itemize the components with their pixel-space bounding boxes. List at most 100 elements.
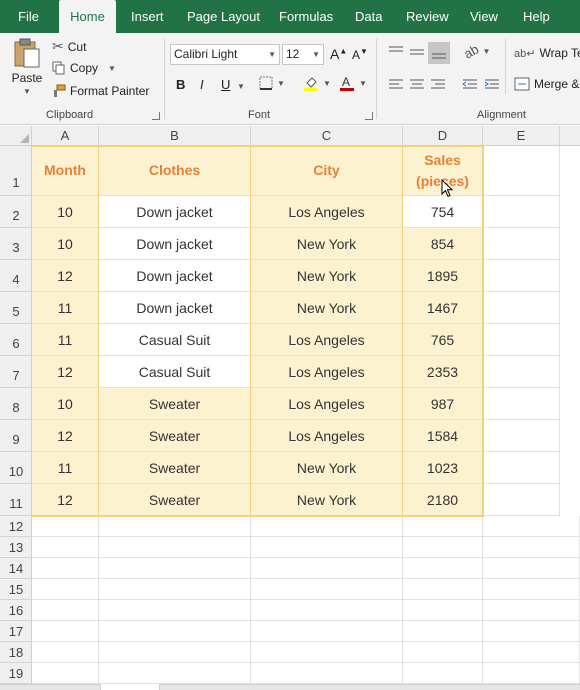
empty-cell[interactable] bbox=[483, 516, 580, 537]
empty-cell[interactable] bbox=[99, 537, 251, 558]
column-header-e[interactable]: E bbox=[483, 126, 560, 146]
fill-color-dropdown-icon[interactable]: ▼ bbox=[323, 79, 331, 88]
middle-align-button[interactable] bbox=[408, 45, 426, 59]
empty-cell[interactable] bbox=[483, 452, 560, 484]
column-header-c[interactable]: C bbox=[251, 126, 403, 146]
empty-cell[interactable] bbox=[32, 537, 99, 558]
table-cell-sales[interactable]: 1467 bbox=[403, 292, 483, 324]
tab-help[interactable]: Help bbox=[523, 0, 550, 33]
font-name-box[interactable]: Calibri Light ▼ bbox=[170, 44, 280, 65]
bold-button[interactable]: B bbox=[176, 77, 185, 92]
row-header[interactable]: 19 bbox=[0, 663, 32, 684]
align-center-button[interactable] bbox=[408, 77, 426, 91]
font-color-button[interactable]: A ▼ bbox=[339, 75, 367, 91]
row-header[interactable]: 14 bbox=[0, 558, 32, 579]
underline-button[interactable]: U bbox=[221, 77, 230, 92]
table-cell-sales[interactable]: 765 bbox=[403, 324, 483, 356]
empty-cell[interactable] bbox=[483, 388, 560, 420]
table-cell-clothes[interactable]: Down jacket bbox=[99, 228, 251, 260]
table-cell-city[interactable]: New York bbox=[251, 484, 403, 516]
row-header[interactable]: 5 bbox=[0, 292, 32, 324]
align-right-button[interactable] bbox=[429, 77, 447, 91]
empty-cell[interactable] bbox=[251, 537, 403, 558]
column-header-b[interactable]: B bbox=[99, 126, 251, 146]
table-cell-sales[interactable]: 987 bbox=[403, 388, 483, 420]
table-cell-month[interactable]: 11 bbox=[32, 452, 99, 484]
copy-button[interactable]: Copy ▼ bbox=[52, 61, 116, 75]
empty-cell[interactable] bbox=[483, 420, 560, 452]
empty-cell[interactable] bbox=[483, 324, 560, 356]
empty-cell[interactable] bbox=[32, 642, 99, 663]
empty-cell[interactable] bbox=[403, 663, 483, 684]
table-cell-clothes[interactable]: Casual Suit bbox=[99, 324, 251, 356]
merge-center-button[interactable]: Merge & bbox=[514, 77, 579, 91]
clipboard-dialog-launcher-icon[interactable] bbox=[152, 112, 160, 120]
header-cell-month[interactable]: Month bbox=[32, 146, 99, 196]
worksheet-grid[interactable]: Month Clothes City Sales (pieces) 10 Down… bbox=[32, 146, 580, 690]
table-cell-month[interactable]: 10 bbox=[32, 196, 99, 228]
tab-review[interactable]: Review bbox=[406, 0, 449, 33]
empty-cell[interactable] bbox=[32, 579, 99, 600]
empty-cell[interactable] bbox=[99, 621, 251, 642]
row-header[interactable]: 9 bbox=[0, 420, 32, 452]
paste-dropdown-icon[interactable]: ▼ bbox=[23, 87, 31, 96]
empty-cell[interactable] bbox=[483, 537, 580, 558]
table-cell-city[interactable]: New York bbox=[251, 452, 403, 484]
table-cell-clothes[interactable]: Sweater bbox=[99, 420, 251, 452]
table-cell-clothes[interactable]: Sweater bbox=[99, 388, 251, 420]
empty-cell[interactable] bbox=[483, 484, 560, 516]
empty-cell[interactable] bbox=[483, 600, 580, 621]
row-header[interactable]: 11 bbox=[0, 484, 32, 516]
paste-button[interactable]: Paste ▼ bbox=[10, 37, 44, 96]
empty-cell[interactable] bbox=[483, 196, 560, 228]
table-cell-month[interactable]: 10 bbox=[32, 228, 99, 260]
tab-formulas[interactable]: Formulas bbox=[279, 0, 333, 33]
empty-cell[interactable] bbox=[251, 516, 403, 537]
empty-cell[interactable] bbox=[99, 663, 251, 684]
empty-cell[interactable] bbox=[483, 663, 580, 684]
empty-cell[interactable] bbox=[483, 260, 560, 292]
align-left-button[interactable] bbox=[387, 77, 405, 91]
empty-cell[interactable] bbox=[251, 579, 403, 600]
borders-dropdown-icon[interactable]: ▼ bbox=[277, 79, 285, 88]
table-cell-sales[interactable]: 1023 bbox=[403, 452, 483, 484]
header-cell-clothes[interactable]: Clothes bbox=[99, 146, 251, 196]
table-cell-clothes[interactable]: Sweater bbox=[99, 452, 251, 484]
tab-insert[interactable]: Insert bbox=[131, 0, 164, 33]
empty-cell[interactable] bbox=[99, 642, 251, 663]
empty-cell[interactable] bbox=[251, 621, 403, 642]
row-header[interactable]: 15 bbox=[0, 579, 32, 600]
empty-cell[interactable] bbox=[403, 600, 483, 621]
font-size-box[interactable]: 12 ▼ bbox=[282, 44, 324, 65]
empty-cell[interactable] bbox=[483, 292, 560, 324]
table-cell-city[interactable]: Los Angeles bbox=[251, 356, 403, 388]
table-cell-month[interactable]: 12 bbox=[32, 484, 99, 516]
empty-cell[interactable] bbox=[99, 558, 251, 579]
tab-page-layout[interactable]: Page Layout bbox=[187, 0, 260, 33]
table-cell-sales[interactable]: 1584 bbox=[403, 420, 483, 452]
empty-cell[interactable] bbox=[483, 642, 580, 663]
table-cell-sales[interactable]: 754 bbox=[403, 196, 483, 228]
tab-data[interactable]: Data bbox=[355, 0, 382, 33]
decrease-indent-button[interactable] bbox=[461, 77, 479, 91]
font-dialog-launcher-icon[interactable] bbox=[365, 112, 373, 120]
table-cell-city[interactable]: Los Angeles bbox=[251, 388, 403, 420]
row-header[interactable]: 7 bbox=[0, 356, 32, 388]
empty-cell[interactable] bbox=[99, 600, 251, 621]
table-cell-city[interactable]: Los Angeles bbox=[251, 196, 403, 228]
table-cell-sales[interactable]: 1895 bbox=[403, 260, 483, 292]
select-all-corner[interactable] bbox=[0, 126, 32, 146]
orientation-dropdown-icon[interactable]: ▼ bbox=[482, 47, 490, 56]
table-cell-sales[interactable]: 2353 bbox=[403, 356, 483, 388]
decrease-font-size-button[interactable]: A▼ bbox=[352, 47, 368, 62]
empty-cell[interactable] bbox=[32, 516, 99, 537]
table-cell-sales[interactable]: 854 bbox=[403, 228, 483, 260]
italic-button[interactable]: I bbox=[200, 77, 204, 92]
empty-cell[interactable] bbox=[483, 356, 560, 388]
table-cell-month[interactable]: 12 bbox=[32, 356, 99, 388]
empty-cell[interactable] bbox=[99, 516, 251, 537]
table-cell-clothes[interactable]: Casual Suit bbox=[99, 356, 251, 388]
table-cell-clothes[interactable]: Down jacket bbox=[99, 292, 251, 324]
table-cell-clothes[interactable]: Down jacket bbox=[99, 196, 251, 228]
row-header[interactable]: 17 bbox=[0, 621, 32, 642]
